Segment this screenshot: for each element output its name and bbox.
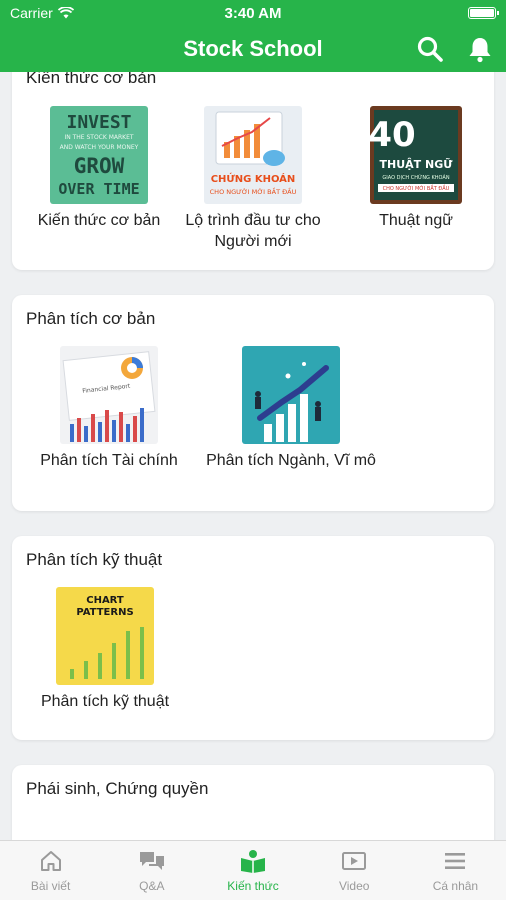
thumb-text: GROW [74,154,125,178]
tab-label: Kiến thức [227,879,279,893]
section-card-phai-sinh-chung-quyen: Phái sinh, Chứng quyền [12,765,494,840]
bell-icon[interactable] [466,35,494,63]
section-title: Kiến thức cơ bản [26,72,157,87]
thumb-text: OVER TIME [58,180,139,198]
status-bar: Carrier 3:40 AM [0,0,506,26]
tab-bar: Bài viết Q&A Kiến thức Video Cá nhân [0,840,506,900]
tab-kien-thuc[interactable]: Kiến thức [202,841,303,900]
section-title: Phái sinh, Chứng quyền [26,779,209,798]
app-title: Stock School [183,36,323,61]
lesson-item-phan-tich-tai-chinh[interactable]: Financial Report Phân tích Tài chính [24,346,194,471]
chat-icon [139,852,164,870]
thumb-text: INVEST [66,112,131,133]
thumb-text: CHỨNG KHOÁN [211,172,296,185]
lesson-item-lo-trinh[interactable]: CHỨNG KHOÁN CHO NGƯỜI MỚI BẮT ĐẦU Lộ trì… [168,106,338,252]
lesson-item-thuat-ngu[interactable]: 40 THUẬT NGỮ GIAO DỊCH CHỨNG KHOÁN CHO N… [346,106,486,231]
content-scroll[interactable]: Kiến thức cơ bản INVEST IN THE STOCK MAR… [0,72,506,840]
lesson-item-phan-tich-nganh-vi-mo[interactable]: Phân tích Ngành, Vĩ mô [206,346,376,471]
beginner-roadmap-thumbnail: CHỨNG KHOÁN CHO NGƯỜI MỚI BẮT ĐẦU [204,106,302,204]
thumb-text: IN THE STOCK MARKET [64,134,133,141]
invest-thumbnail: INVEST IN THE STOCK MARKET AND WATCH YOU… [50,106,148,204]
thumb-text: AND WATCH YOUR MONEY [60,144,139,151]
tab-video[interactable]: Video [304,841,405,900]
tab-label: Video [338,879,370,893]
thumb-text: THUẬT NGỮ [380,158,454,171]
home-icon [40,851,61,871]
lesson-label: Thuật ngữ [379,212,453,229]
thumb-text: 40 [370,115,416,155]
top-bar: Carrier 3:40 AM Stock School [0,0,506,72]
tab-bai-viet[interactable]: Bài viết [0,841,101,900]
lesson-label: Phân tích Ngành, Vĩ mô [206,452,376,469]
lesson-item-kien-thuc-co-ban[interactable]: INVEST IN THE STOCK MARKET AND WATCH YOU… [14,106,184,231]
section-card-phan-tich-co-ban: Phân tích cơ bản Financial Report Phân t… [12,295,494,511]
book-icon [241,850,265,873]
tab-ca-nhan[interactable]: Cá nhân [405,841,506,900]
thumb-text: CHO NGƯỜI MỚI BẮT ĐẦU [210,186,297,196]
thumb-text: CHO NGƯỜI MỚI BẮT ĐẦU [383,184,450,192]
nav-bar: Stock School [0,26,506,72]
search-icon[interactable] [416,35,444,63]
lesson-label: Kiến thức cơ bản [37,212,161,229]
tab-label: Cá nhân [432,879,479,893]
terminology-thumbnail: 40 THUẬT NGỮ GIAO DỊCH CHỨNG KHOÁN CHO N… [370,106,462,204]
tab-qa[interactable]: Q&A [101,841,202,900]
section-title: Phân tích kỹ thuật [26,550,163,569]
section-card-kien-thuc-co-ban: Kiến thức cơ bản INVEST IN THE STOCK MAR… [12,72,494,270]
chart-patterns-thumbnail: CHART PATTERNS [56,587,154,685]
status-time: 3:40 AM [224,4,282,22]
industry-macro-thumbnail [242,346,340,444]
tab-label: Q&A [139,879,165,893]
lesson-label: Phân tích Tài chính [40,452,178,469]
lesson-item-phan-tich-ky-thuat[interactable]: CHART PATTERNS Phân tích kỹ thuật [20,587,190,712]
menu-icon [445,853,466,869]
thumb-text: GIAO DỊCH CHỨNG KHOÁN [382,174,449,181]
lesson-label: Phân tích kỹ thuật [40,693,170,710]
section-card-phan-tich-ky-thuat: Phân tích kỹ thuật CHART PATTERNS Phân t… [12,536,494,740]
battery-icon [468,7,499,19]
section-title: Phân tích cơ bản [26,309,156,328]
tab-label: Bài viết [30,879,71,893]
thumb-text: PATTERNS [76,607,133,618]
financial-report-thumbnail: Financial Report [60,346,158,444]
thumb-text: CHART [86,595,124,606]
lesson-label: Lộ trình đầu tư cho Người mới [185,212,321,250]
video-icon [342,852,367,870]
